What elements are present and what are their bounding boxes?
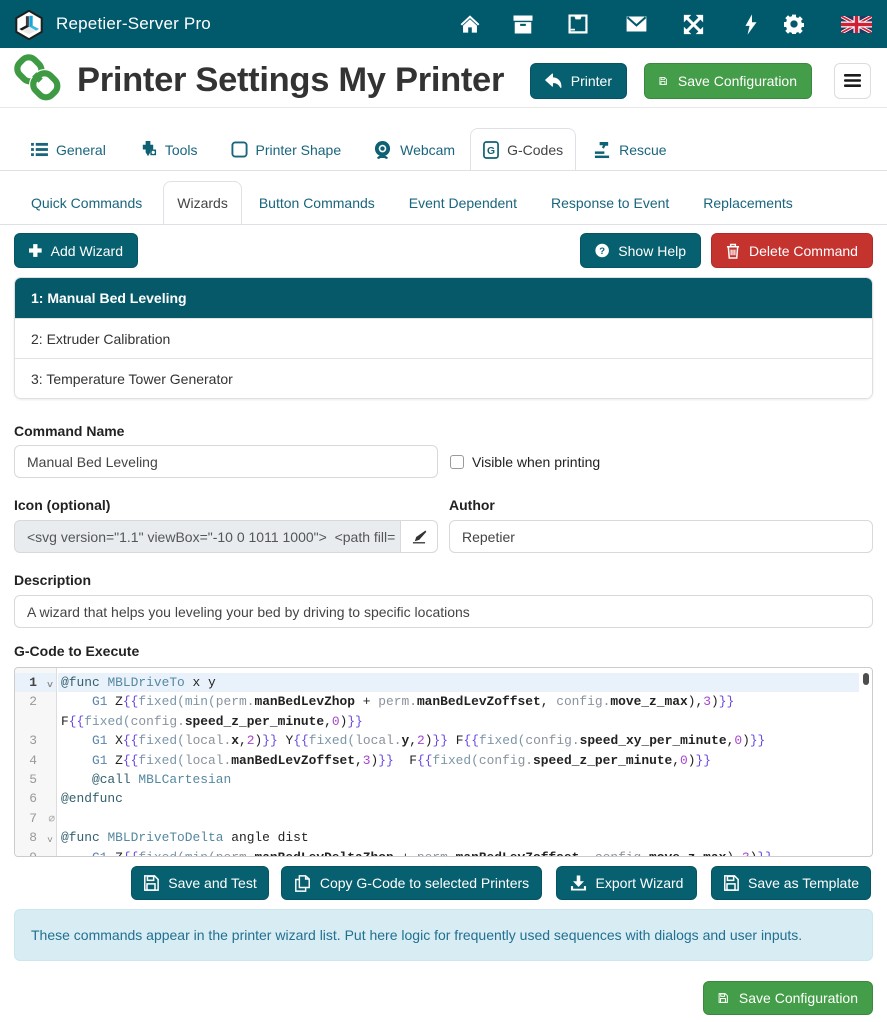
svg-text:?: ? bbox=[599, 246, 605, 257]
svg-text:G: G bbox=[487, 146, 495, 157]
